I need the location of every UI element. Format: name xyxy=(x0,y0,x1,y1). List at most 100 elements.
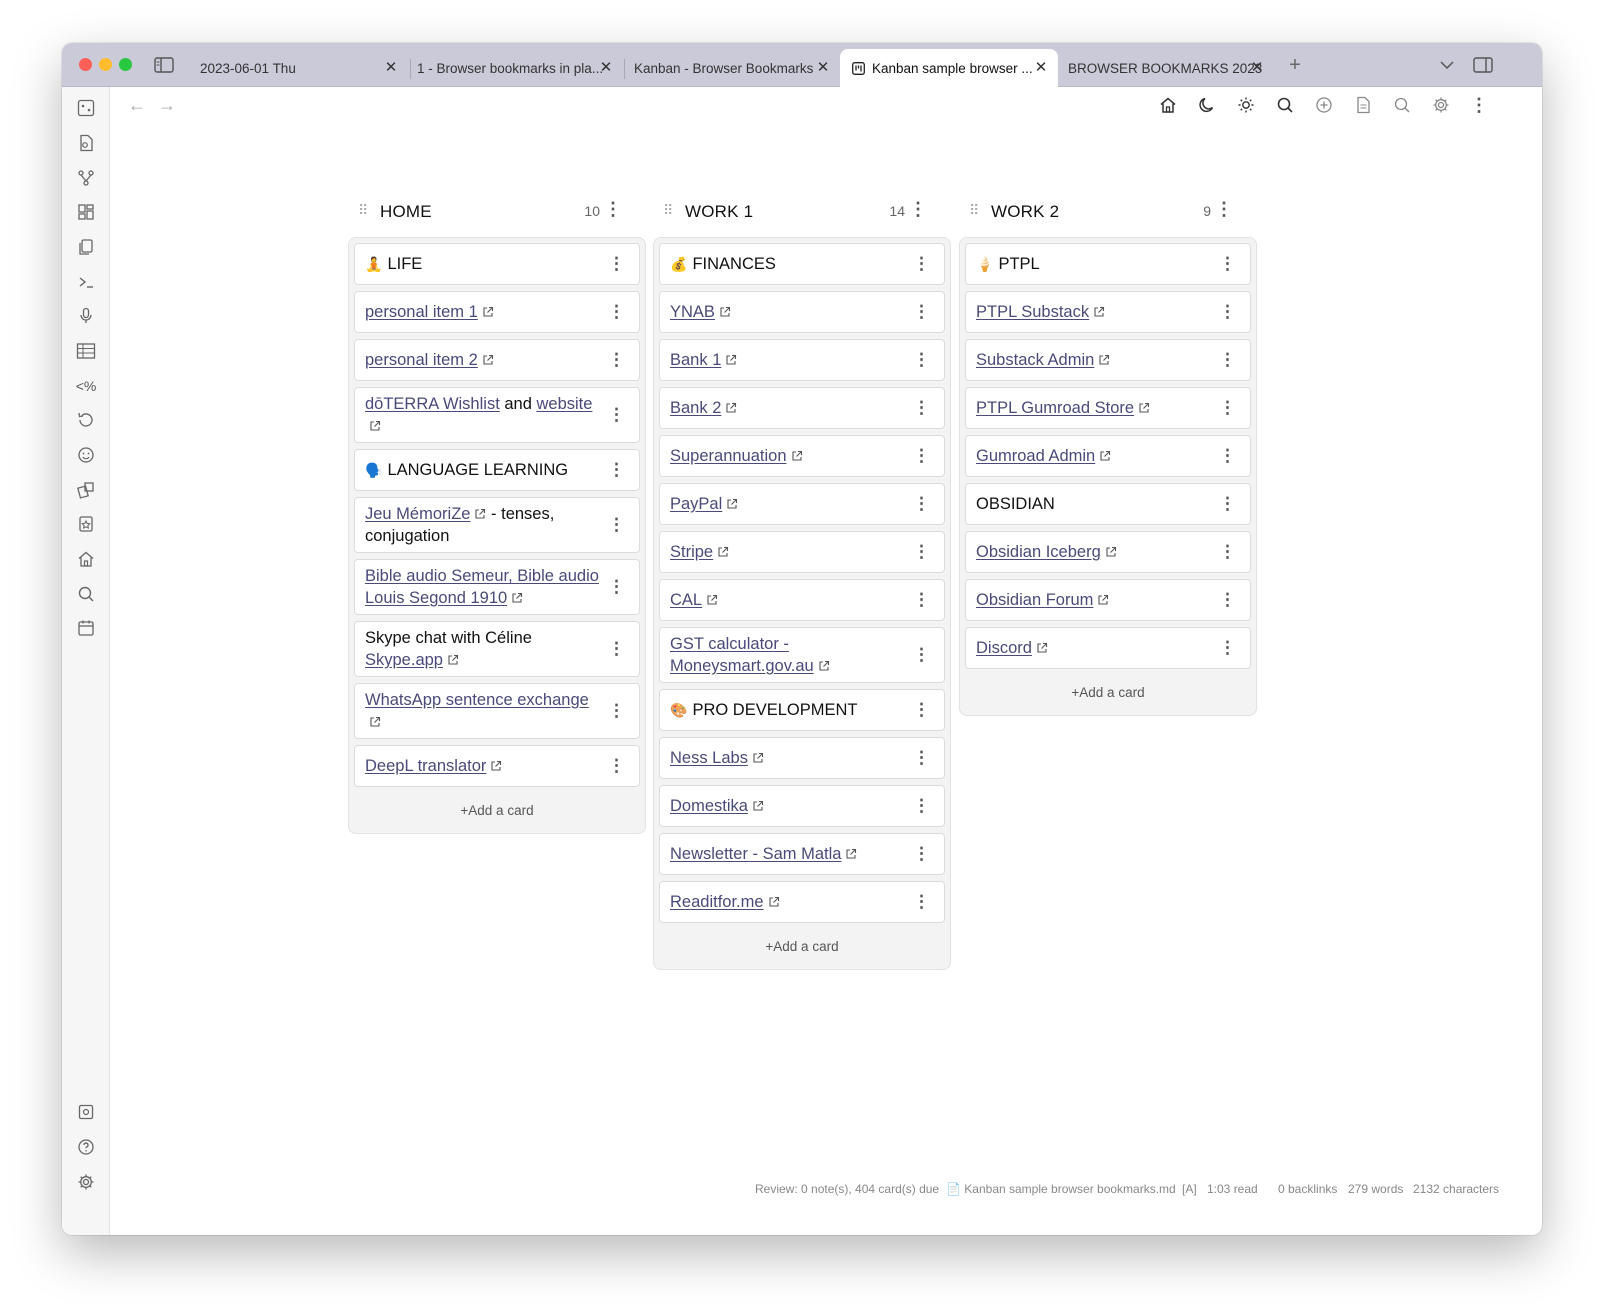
home-icon[interactable] xyxy=(1157,94,1179,116)
dashboard-icon[interactable] xyxy=(75,201,97,223)
card-link[interactable]: Discord xyxy=(976,639,1032,657)
card-more-icon[interactable]: ⋮ xyxy=(1219,589,1236,611)
card-link[interactable]: Obsidian Iceberg xyxy=(976,543,1101,561)
kanban-card[interactable]: GST calculator - Moneysmart.gov.au ⋮ xyxy=(659,627,945,683)
kanban-card[interactable]: Obsidian Iceberg ⋮ xyxy=(965,531,1251,573)
card-more-icon[interactable]: ⋮ xyxy=(913,253,930,275)
card-link[interactable]: Readitfor.me xyxy=(670,893,764,911)
kanban-card[interactable]: personal item 1 ⋮ xyxy=(354,291,640,333)
card-more-icon[interactable]: ⋮ xyxy=(1219,445,1236,467)
shapes-icon[interactable] xyxy=(75,479,97,501)
settings-gear-icon[interactable] xyxy=(1430,94,1452,116)
kanban-card[interactable]: Readitfor.me ⋮ xyxy=(659,881,945,923)
kanban-card[interactable]: Superannuation ⋮ xyxy=(659,435,945,477)
card-more-icon[interactable]: ⋮ xyxy=(1219,541,1236,563)
card-link[interactable]: PayPal xyxy=(670,495,722,513)
kanban-card[interactable]: personal item 2 ⋮ xyxy=(354,339,640,381)
lane-title[interactable]: WORK 1 xyxy=(685,202,753,222)
card-more-icon[interactable]: ⋮ xyxy=(608,700,625,722)
card-more-icon[interactable]: ⋮ xyxy=(1219,301,1236,323)
kanban-card[interactable]: Jeu MémoriZe - tenses, conjugation ⋮ xyxy=(354,497,640,553)
search-icon[interactable] xyxy=(75,583,97,605)
card-link[interactable]: YNAB xyxy=(670,303,715,321)
lane-header[interactable]: ⠿ WORK 2 9 ⋮ xyxy=(959,193,1257,229)
card-link[interactable]: Superannuation xyxy=(670,447,787,465)
card-link[interactable]: Gumroad Admin xyxy=(976,447,1095,465)
moon-icon[interactable] xyxy=(1196,94,1218,116)
close-icon[interactable]: ✕ xyxy=(597,58,615,76)
lane-header[interactable]: ⠿ WORK 1 14 ⋮ xyxy=(653,193,951,229)
copy-icon[interactable] xyxy=(75,236,97,258)
add-circle-icon[interactable] xyxy=(1313,94,1335,116)
calendar-icon[interactable] xyxy=(75,617,97,639)
flashcards-icon[interactable] xyxy=(75,513,97,535)
lane-title[interactable]: HOME xyxy=(380,202,432,222)
lane-more-icon[interactable]: ⋮ xyxy=(604,199,622,220)
kanban-card[interactable]: PTPL Gumroad Store ⋮ xyxy=(965,387,1251,429)
card-more-icon[interactable]: ⋮ xyxy=(1219,397,1236,419)
kanban-card[interactable]: Gumroad Admin ⋮ xyxy=(965,435,1251,477)
lane-more-icon[interactable]: ⋮ xyxy=(1215,199,1233,220)
kanban-card[interactable]: 🎨 PRO DEVELOPMENT ⋮ xyxy=(659,689,945,731)
kanban-card[interactable]: 🧘 LIFE ⋮ xyxy=(354,243,640,285)
card-more-icon[interactable]: ⋮ xyxy=(913,699,930,721)
kanban-card[interactable]: Bible audio Semeur, Bible audio Louis Se… xyxy=(354,559,640,615)
smiley-icon[interactable] xyxy=(75,444,97,466)
card-more-icon[interactable]: ⋮ xyxy=(913,747,930,769)
document-icon[interactable] xyxy=(1352,94,1374,116)
kanban-card[interactable]: Substack Admin ⋮ xyxy=(965,339,1251,381)
card-more-icon[interactable]: ⋮ xyxy=(913,349,930,371)
file-search-icon[interactable] xyxy=(75,132,97,154)
kanban-card[interactable]: DeepL translator ⋮ xyxy=(354,745,640,787)
sidebar-toggle-icon[interactable] xyxy=(153,54,175,76)
card-more-icon[interactable]: ⋮ xyxy=(913,493,930,515)
lane-title[interactable]: WORK 2 xyxy=(991,202,1059,222)
lane-more-icon[interactable]: ⋮ xyxy=(909,199,927,220)
card-link[interactable]: PTPL Substack xyxy=(976,303,1089,321)
tab-daily-note[interactable]: 2023-06-01 Thu ✕ xyxy=(188,49,408,87)
search-in-file-icon[interactable] xyxy=(1391,94,1413,116)
kanban-card[interactable]: Skype chat with Céline Skype.app ⋮ xyxy=(354,621,640,677)
card-more-icon[interactable]: ⋮ xyxy=(1219,349,1236,371)
card-more-icon[interactable]: ⋮ xyxy=(913,891,930,913)
card-link[interactable]: DeepL translator xyxy=(365,757,486,775)
kanban-card[interactable]: PayPal ⋮ xyxy=(659,483,945,525)
terminal-icon[interactable] xyxy=(75,271,97,293)
tab-kanban-bookmarks[interactable]: Kanban - Browser Bookmarks ✕ xyxy=(622,49,840,87)
card-link[interactable]: WhatsApp sentence exchange xyxy=(365,691,589,709)
vault-icon[interactable] xyxy=(75,1101,97,1123)
card-more-icon[interactable]: ⋮ xyxy=(608,349,625,371)
drag-handle-icon[interactable]: ⠿ xyxy=(969,202,979,219)
right-sidebar-toggle-icon[interactable] xyxy=(1472,54,1494,76)
home-icon[interactable] xyxy=(75,548,97,570)
card-link[interactable]: dōTERRA Wishlist xyxy=(365,395,500,413)
card-link[interactable]: Skype.app xyxy=(365,651,443,669)
close-icon[interactable]: ✕ xyxy=(814,58,832,76)
card-more-icon[interactable]: ⋮ xyxy=(913,589,930,611)
card-more-icon[interactable]: ⋮ xyxy=(913,541,930,563)
card-link[interactable]: GST calculator - Moneysmart.gov.au xyxy=(670,635,814,675)
zoom-window-button[interactable] xyxy=(119,58,132,71)
card-more-icon[interactable]: ⋮ xyxy=(608,404,625,426)
kanban-card[interactable]: Bank 2 ⋮ xyxy=(659,387,945,429)
kanban-card[interactable]: 🍦 PTPL ⋮ xyxy=(965,243,1251,285)
kanban-card[interactable]: Obsidian Forum ⋮ xyxy=(965,579,1251,621)
git-branch-icon[interactable] xyxy=(75,167,97,189)
card-more-icon[interactable]: ⋮ xyxy=(913,795,930,817)
search-icon[interactable] xyxy=(1274,94,1296,116)
graph-view-icon[interactable] xyxy=(75,97,97,119)
card-more-icon[interactable]: ⋮ xyxy=(913,843,930,865)
chevron-down-icon[interactable] xyxy=(1436,54,1458,76)
card-more-icon[interactable]: ⋮ xyxy=(608,253,625,275)
kanban-card[interactable]: Discord ⋮ xyxy=(965,627,1251,669)
tab-kanban-sample[interactable]: Kanban sample browser ... ✕ xyxy=(840,49,1058,87)
close-window-button[interactable] xyxy=(79,58,92,71)
kanban-card[interactable]: dōTERRA Wishlist and website ⋮ xyxy=(354,387,640,443)
kanban-card[interactable]: CAL ⋮ xyxy=(659,579,945,621)
card-link[interactable]: personal item 2 xyxy=(365,351,478,369)
kanban-card[interactable]: WhatsApp sentence exchange ⋮ xyxy=(354,683,640,739)
card-link[interactable]: Newsletter - Sam Matla xyxy=(670,845,841,863)
kanban-card[interactable]: PTPL Substack ⋮ xyxy=(965,291,1251,333)
microphone-icon[interactable] xyxy=(75,305,97,327)
more-options-icon[interactable]: ⋮ xyxy=(1468,94,1490,116)
